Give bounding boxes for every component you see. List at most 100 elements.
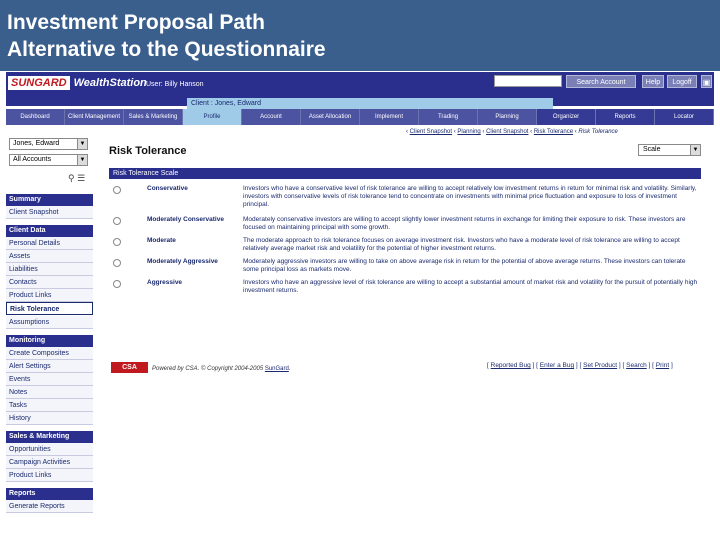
sidebar-tools: ⚲ ☰ [68,173,85,184]
client-select[interactable]: Jones, Edward ▼ [9,138,88,150]
set-product-link[interactable]: Set Product [583,362,617,369]
logo-wealthstation: WealthStation [69,76,151,90]
sidebar-item-alert-settings[interactable]: Alert Settings [6,360,93,373]
option-description: Investors who have an aggressive level o… [243,279,698,294]
enter-bug-link[interactable]: Enter a Bug [540,362,574,369]
reported-bug-link[interactable]: Reported Bug [491,362,531,369]
radio-moderately-conservative[interactable] [113,217,121,225]
breadcrumb-current: Risk Tolerance [578,129,618,135]
footer-links: [ Reported Bug ] [ Enter a Bug ] [ Set P… [487,362,673,369]
tab-client-management[interactable]: Client Management [65,109,124,125]
sidebar-item-opportunities[interactable]: Opportunities [6,443,93,456]
powered-by: Powered by CSA. © Copyright 2004-2005 Su… [152,366,291,372]
radio-moderately-aggressive[interactable] [113,259,121,267]
chevron-down-icon: ▼ [690,145,700,155]
search-link[interactable]: Search [626,362,647,369]
client-label: Client : Jones, Edward [187,98,553,109]
breadcrumb-link[interactable]: Risk Tolerance [534,129,573,135]
client-select-value: Jones, Edward [13,140,60,147]
tab-reports[interactable]: Reports [596,109,655,125]
breadcrumb-link[interactable]: Client Snapshot [486,129,528,135]
slide-header: Investment Proposal Path Alternative to … [0,0,720,71]
tab-locator[interactable]: Locator [655,109,714,125]
sidebar-item-liabilities[interactable]: Liabilities [6,263,93,276]
tab-profile[interactable]: Profile [183,109,242,125]
powered-text: Powered by CSA. © Copyright 2004-2005 [152,366,265,372]
app-window: SUNGARD WealthStation User: Billy Hanson… [6,72,714,540]
section-sales-marketing: Sales & Marketing [6,431,93,443]
option-description: Investors who have a conservative level … [243,185,697,208]
sidebar-item-product-links-2[interactable]: Product Links [6,469,93,482]
sidebar-item-contacts[interactable]: Contacts [6,276,93,289]
scale-select-value: Scale [643,146,661,153]
sidebar-item-campaign-activities[interactable]: Campaign Activities [6,456,93,469]
tab-sales-marketing[interactable]: Sales & Marketing [124,109,183,125]
sidebar-item-tasks[interactable]: Tasks [6,399,93,412]
sungard-logo: SUNGARD WealthStation [8,76,151,90]
search-account-input[interactable] [494,75,562,87]
list-icon[interactable]: ☰ [77,173,85,183]
risk-option-row: Moderately Aggressive Moderately aggress… [109,258,701,274]
accounts-select-value: All Accounts [13,156,52,163]
risk-option-row: Moderately Conservative Moderately conse… [109,216,701,232]
tab-trading[interactable]: Trading [419,109,478,125]
risk-table-header: Risk Tolerance Scale [109,168,701,179]
sidebar-item-assumptions[interactable]: Assumptions [6,316,93,329]
risk-option-row: Conservative Investors who have a conser… [109,185,701,209]
tab-dashboard[interactable]: Dashboard [6,109,65,125]
option-description: The moderate approach to risk tolerance … [243,237,680,252]
radio-conservative[interactable] [113,186,121,194]
slide-title: Investment Proposal Path Alternative to … [7,9,326,63]
option-description: Moderately conservative investors are wi… [243,216,686,231]
breadcrumb-link[interactable]: Planning [457,129,480,135]
tab-implement[interactable]: Implement [360,109,419,125]
sidebar-item-personal-details[interactable]: Personal Details [6,237,93,250]
logoff-button[interactable]: Logoff [667,75,697,88]
search-account-button[interactable]: Search Account [566,75,636,88]
radio-aggressive[interactable] [113,280,121,288]
risk-option-row: Moderate The moderate approach to risk t… [109,237,701,253]
csa-logo: CSA [111,362,148,373]
option-label: Moderate [147,237,176,244]
main-tabs: Dashboard Client Management Sales & Mark… [6,109,714,125]
sidebar-item-risk-tolerance[interactable]: Risk Tolerance [6,302,93,315]
option-label: Moderately Aggressive [147,258,218,265]
section-reports: Reports [6,488,93,500]
tab-planning[interactable]: Planning [478,109,537,125]
slide-title-line2: Alternative to the Questionnaire [7,38,326,61]
breadcrumb: ‹ Client Snapshot ‹ Planning ‹ Client Sn… [406,129,618,135]
sidebar-item-client-snapshot[interactable]: Client Snapshot [6,206,93,219]
logo-sungard: SUNGARD [11,77,67,89]
sidebar: Jones, Edward ▼ All Accounts ▼ ⚲ ☰ Summary… [6,128,94,540]
sungard-link[interactable]: SunGard [265,366,289,372]
tab-account[interactable]: Account [242,109,301,125]
option-label: Moderately Conservative [147,216,224,223]
accounts-select[interactable]: All Accounts ▼ [9,154,88,166]
sidebar-item-generate-reports[interactable]: Generate Reports [6,500,93,513]
tab-organizer[interactable]: Organizer [537,109,596,125]
chevron-down-icon: ▼ [77,139,87,149]
user-label: User: Billy Hanson [146,81,204,88]
section-client-data: Client Data [6,225,93,237]
print-link[interactable]: Print [656,362,669,369]
scale-select[interactable]: Scale ▼ [638,144,701,156]
option-label: Aggressive [147,279,183,286]
option-label: Conservative [147,185,188,192]
search-icon[interactable]: ⚲ [68,173,75,183]
option-description: Moderately aggressive investors are will… [243,258,686,273]
breadcrumb-link[interactable]: Client Snapshot [410,129,452,135]
tab-asset-allocation[interactable]: Asset Allocation [301,109,360,125]
page-title: Risk Tolerance [109,145,187,157]
slide-title-line1: Investment Proposal Path [7,11,265,34]
sidebar-item-events[interactable]: Events [6,373,93,386]
risk-option-row: Aggressive Investors who have an aggress… [109,279,701,295]
section-monitoring: Monitoring [6,335,93,347]
radio-moderate[interactable] [113,238,121,246]
window-icon[interactable]: ▣ [701,75,712,88]
sidebar-item-assets[interactable]: Assets [6,250,93,263]
sidebar-item-create-composites[interactable]: Create Composites [6,347,93,360]
help-button[interactable]: Help [642,75,664,88]
sidebar-item-notes[interactable]: Notes [6,386,93,399]
sidebar-item-product-links[interactable]: Product Links [6,289,93,302]
sidebar-item-history[interactable]: History [6,412,93,425]
